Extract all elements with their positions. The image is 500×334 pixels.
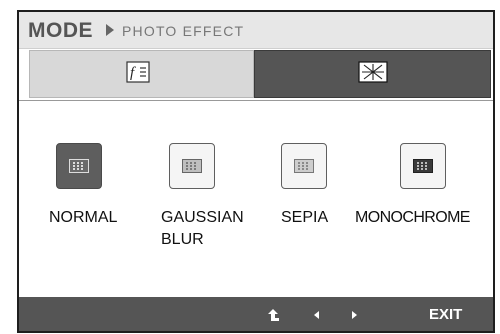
special-effect-icon [357,60,388,88]
sepia-effect-icon[interactable] [281,143,327,189]
option-label: MONOCHROME [355,209,470,226]
back-icon[interactable] [265,307,281,323]
monochrome-effect-icon[interactable] [400,143,446,189]
option-normal[interactable]: NORMAL [49,143,117,226]
option-label: GAUSSIAN BLUR [161,209,244,248]
gaussian-blur-effect-icon[interactable] [169,143,215,189]
left-arrow-icon[interactable] [309,307,325,323]
title-bar: MODE PHOTO EFFECT [19,12,493,49]
breadcrumb-arrow-icon [106,24,114,36]
option-monochrome[interactable]: MONOCHROME [355,143,470,226]
osd-window: MODE PHOTO EFFECT f NORMAL GAUSSIAN BLUR… [17,10,495,333]
exit-button[interactable]: EXIT [429,306,462,323]
bottom-bar: EXIT [19,297,493,331]
option-label: NORMAL [49,209,118,226]
tab-special-effects[interactable] [254,50,491,98]
page-title: PHOTO EFFECT [122,23,245,39]
picture-settings-icon: f [125,60,159,88]
option-label: SEPIA [281,209,329,226]
mode-label: MODE [28,19,93,42]
tab-row: f [29,50,493,100]
effect-options: NORMAL GAUSSIAN BLUR SEPIA MONOCHROME [19,100,493,298]
right-arrow-icon[interactable] [346,307,362,323]
option-sepia[interactable]: SEPIA [281,143,328,226]
tab-picture-settings[interactable]: f [29,50,254,98]
option-gaussian-blur[interactable]: GAUSSIAN BLUR [161,143,244,248]
normal-effect-icon[interactable] [56,143,102,189]
